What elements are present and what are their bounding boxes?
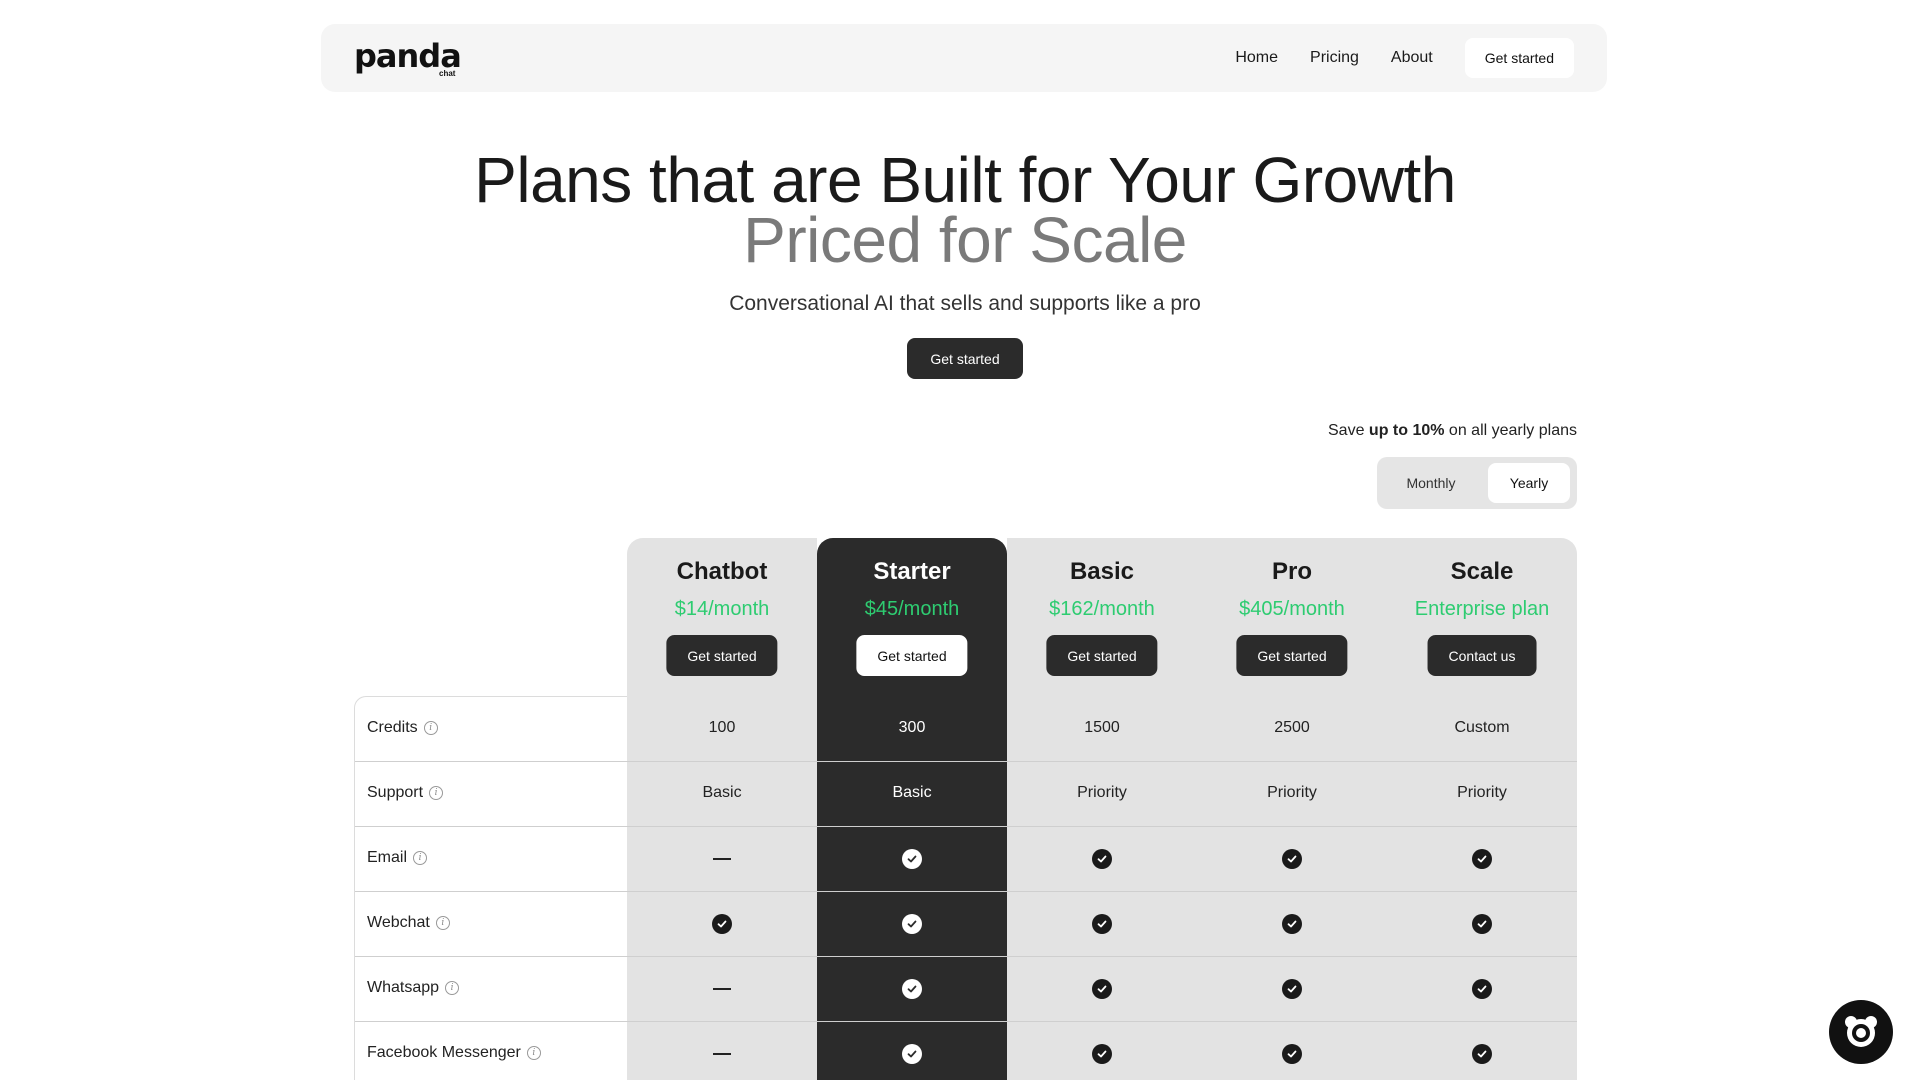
logo-wordmark: panda — [354, 37, 462, 75]
logo-subtext: chat — [439, 69, 456, 78]
plan-price: Enterprise plan — [1414, 598, 1550, 620]
check-icon — [1472, 1043, 1492, 1064]
nav-link-about[interactable]: About — [1391, 49, 1433, 67]
save-amount: up to 10% — [1368, 422, 1445, 439]
row-divider — [355, 1021, 1577, 1022]
feature-label: Webchat i — [367, 914, 450, 932]
plan-column-basic: Basic $162/month Get started — [1007, 538, 1197, 1080]
feature-label-text: Facebook Messenger — [367, 1043, 521, 1061]
row-divider — [355, 826, 1577, 827]
info-icon[interactable]: i — [435, 915, 450, 930]
plan-column-chatbot: Chatbot $14/month Get started — [627, 538, 817, 1080]
nav-get-started-button[interactable]: Get started — [1464, 38, 1574, 78]
nav-link-pricing[interactable]: Pricing — [1310, 49, 1359, 67]
row-divider — [355, 761, 1577, 762]
plan-column-starter: Starter $45/month Get started — [817, 538, 1007, 1080]
feature-value: 100 — [708, 718, 736, 736]
panda-chat-icon — [1845, 1016, 1877, 1047]
feature-label-text: Webchat — [367, 913, 430, 931]
feature-label-text: Support — [367, 783, 424, 801]
check-icon — [1472, 848, 1492, 869]
plan-get-started-button[interactable]: Get started — [666, 635, 778, 676]
dash-icon — [713, 1052, 731, 1055]
toggle-monthly[interactable]: Monthly — [1383, 463, 1479, 503]
feature-value: 300 — [898, 718, 926, 736]
check-icon — [1472, 913, 1492, 934]
check-icon — [902, 913, 922, 934]
save-suffix: on all yearly plans — [1444, 422, 1577, 439]
check-icon — [1092, 978, 1112, 999]
row-divider — [355, 891, 1577, 892]
hero-subtitle: Conversational AI that sells and support… — [729, 292, 1201, 315]
plan-price: $162/month — [1049, 598, 1155, 620]
chat-widget-button[interactable] — [1829, 1000, 1893, 1064]
panda-chat-logo[interactable]: panda chat — [354, 40, 464, 80]
feature-label: Facebook Messenger i — [367, 1044, 541, 1062]
check-icon — [1282, 913, 1302, 934]
feature-label-text: Credits — [367, 718, 418, 736]
check-icon — [1092, 1043, 1112, 1064]
row-divider — [355, 956, 1577, 957]
info-icon[interactable]: i — [445, 980, 460, 995]
plan-price: $14/month — [674, 598, 770, 620]
plan-name: Basic — [1069, 558, 1135, 585]
info-icon[interactable]: i — [413, 850, 428, 865]
plan-price: $45/month — [864, 598, 960, 620]
plan-get-started-button[interactable]: Get started — [1236, 635, 1348, 676]
plan-price: $405/month — [1239, 598, 1345, 620]
yearly-savings-note: Save up to 10% on all yearly plans — [1328, 422, 1577, 440]
feature-value: Basic — [892, 783, 932, 801]
plan-name: Scale — [1450, 558, 1514, 585]
plan-name: Chatbot — [676, 558, 768, 585]
check-icon — [1472, 978, 1492, 999]
check-icon — [1282, 1043, 1302, 1064]
check-icon — [902, 978, 922, 999]
feature-label-text: Whatsapp — [367, 978, 440, 996]
plan-column-scale: Scale Enterprise plan Contact us — [1387, 538, 1577, 1080]
plan-get-started-button[interactable]: Get started — [1046, 635, 1158, 676]
plan-contact-us-button[interactable]: Contact us — [1427, 635, 1537, 676]
plan-get-started-button[interactable]: Get started — [856, 635, 968, 676]
navbar: panda chat Home Pricing About Get starte… — [321, 24, 1607, 92]
toggle-yearly[interactable]: Yearly — [1488, 463, 1570, 503]
dash-icon — [713, 857, 731, 860]
feature-value: 2500 — [1274, 718, 1310, 736]
feature-label: Support i — [367, 783, 444, 802]
feature-label: Credits i — [367, 719, 438, 737]
feature-label-text: Email — [367, 848, 408, 866]
feature-value: Basic — [702, 783, 742, 801]
feature-value: 1500 — [1084, 718, 1120, 736]
feature-value: Priority — [1457, 783, 1507, 801]
hero-get-started-button[interactable]: Get started — [907, 338, 1023, 379]
check-icon — [1092, 848, 1112, 869]
feature-value: Custom — [1454, 718, 1510, 736]
check-icon — [1282, 848, 1302, 869]
nav-links: Home Pricing About Get started — [1235, 38, 1574, 78]
check-icon — [1282, 978, 1302, 999]
hero-title-line2: Priced for Scale — [743, 204, 1187, 276]
billing-period-toggle: Monthly Yearly — [1377, 457, 1577, 509]
check-icon — [1092, 913, 1112, 934]
check-icon — [902, 1043, 922, 1064]
info-icon[interactable]: i — [429, 785, 444, 800]
plan-name: Pro — [1271, 558, 1312, 585]
save-prefix: Save — [1328, 422, 1369, 439]
feature-value: Priority — [1077, 783, 1127, 801]
feature-label: Whatsapp i — [367, 978, 460, 997]
feature-label-column — [354, 696, 627, 1080]
plan-column-pro: Pro $405/month Get started — [1197, 538, 1387, 1080]
info-icon[interactable]: i — [526, 1045, 541, 1060]
nav-link-home[interactable]: Home — [1235, 49, 1278, 67]
feature-label: Email i — [367, 848, 428, 867]
check-icon — [902, 848, 922, 869]
hero-title-line1: Plans that are Built for Your Growth — [474, 144, 1456, 216]
check-icon — [712, 913, 732, 934]
info-icon[interactable]: i — [423, 720, 438, 735]
feature-value: Priority — [1267, 783, 1317, 801]
plan-name: Starter — [873, 558, 951, 585]
dash-icon — [713, 987, 731, 990]
